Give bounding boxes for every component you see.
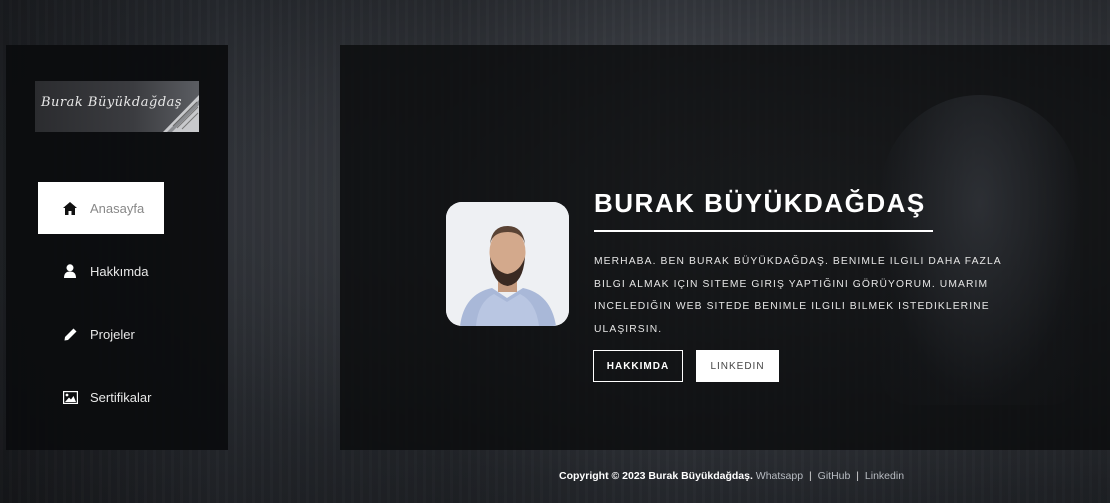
site-logo[interactable]: Burak Büyükdağdaş	[35, 81, 199, 132]
laptop-icon	[163, 95, 199, 132]
nav-item-anasayfa[interactable]: Anasayfa	[38, 182, 164, 234]
nav-item-projeler[interactable]: Projeler	[38, 308, 164, 360]
copyright-text: Copyright © 2023 Burak Büyükdağdaş.	[559, 470, 753, 482]
image-icon	[62, 389, 78, 405]
footer-separator: |	[856, 470, 859, 482]
footer-text: Copyright © 2023 Burak Büyükdağdaş. What…	[559, 470, 904, 482]
background-figure-overlay	[880, 95, 1080, 405]
about-button[interactable]: HAKKIMDA	[593, 350, 683, 382]
nav-item-label: Sertifikalar	[90, 389, 152, 405]
user-icon	[62, 263, 78, 279]
nav-item-label: Projeler	[90, 326, 135, 342]
nav-item-sertifikalar[interactable]: Sertifikalar	[38, 371, 164, 423]
nav-item-hakkimda[interactable]: Hakkımda	[38, 245, 164, 297]
profile-photo	[446, 202, 569, 326]
sidebar: Burak Büyükdağdaş Anasayfa Hakkımda Proj…	[6, 45, 228, 450]
nav-item-label: Anasayfa	[90, 200, 145, 216]
footer-link-whatsapp[interactable]: Whatsapp	[756, 470, 803, 482]
title-underline	[594, 230, 933, 232]
main-nav: Anasayfa Hakkımda Projeler Sertifikalar	[38, 182, 164, 434]
home-icon	[62, 200, 78, 216]
footer-link-github[interactable]: GitHub	[818, 470, 851, 482]
hero-title: BURAK BÜYÜKDAĞDAŞ	[594, 188, 926, 218]
linkedin-button[interactable]: LINKEDIN	[696, 350, 779, 382]
pencil-icon	[62, 326, 78, 342]
footer-link-linkedin[interactable]: Linkedin	[865, 470, 904, 482]
footer: Copyright © 2023 Burak Büyükdağdaş. What…	[0, 450, 1110, 503]
nav-item-label: Hakkımda	[90, 263, 149, 279]
footer-separator: |	[809, 470, 812, 482]
hero-description: MERHABA. BEN BURAK BÜYÜKDAĞDAŞ. BENIMLE …	[594, 256, 1002, 335]
